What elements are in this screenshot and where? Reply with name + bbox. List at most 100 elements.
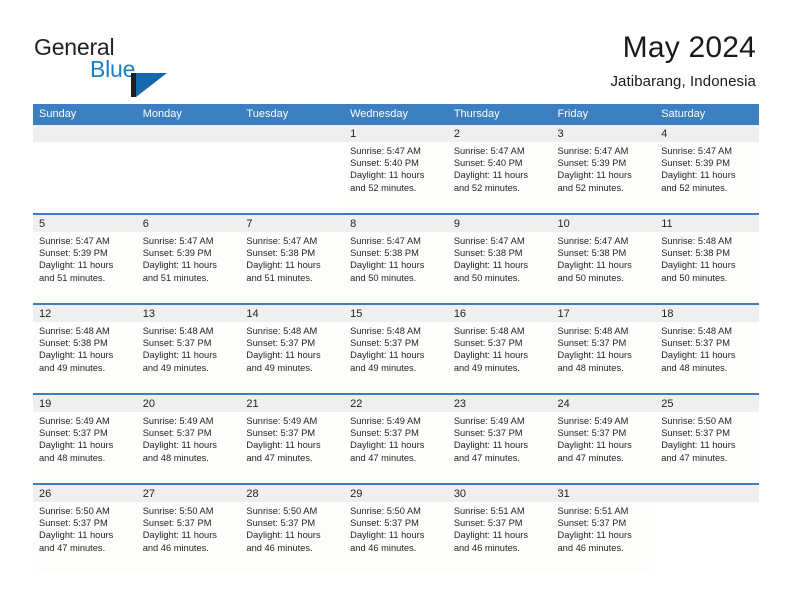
day-cell[interactable]: 21 Sunrise: 5:49 AM Sunset: 5:37 PM Dayl… (240, 395, 345, 483)
sunrise-text: Sunrise: 5:50 AM (142, 506, 214, 516)
day-cell[interactable]: 27 Sunrise: 5:50 AM Sunset: 5:37 PM Dayl… (136, 485, 241, 573)
day-details (655, 502, 759, 573)
daylight-text-line2: and 51 minutes. (246, 272, 313, 283)
brand-logo[interactable]: General Blue (34, 34, 234, 97)
sunrise-text: Sunrise: 5:50 AM (661, 416, 733, 426)
day-cell[interactable]: 13 Sunrise: 5:48 AM Sunset: 5:37 PM Dayl… (136, 305, 241, 393)
day-cell[interactable]: 31 Sunrise: 5:51 AM Sunset: 5:37 PM Dayl… (551, 485, 656, 573)
day-cell[interactable]: 18 Sunrise: 5:48 AM Sunset: 5:37 PM Dayl… (655, 305, 759, 393)
day-details: Sunrise: 5:50 AM Sunset: 5:37 PM Dayligh… (136, 502, 241, 573)
day-number: 7 (240, 215, 345, 232)
daylight-text-line2: and 50 minutes. (661, 272, 728, 283)
sunrise-text: Sunrise: 5:51 AM (453, 506, 525, 516)
day-cell[interactable]: 25 Sunrise: 5:50 AM Sunset: 5:37 PM Dayl… (655, 395, 759, 483)
sunset-text: Sunset: 5:37 PM (142, 338, 212, 349)
day-cell[interactable]: 10 Sunrise: 5:47 AM Sunset: 5:38 PM Dayl… (551, 215, 656, 303)
daylight-text-line1: Daylight: 11 hours (142, 350, 217, 361)
weekday-header-thursday: Thursday (453, 108, 500, 120)
sunrise-text: Sunrise: 5:47 AM (350, 146, 421, 156)
logo-triangle-shape (136, 73, 167, 97)
day-cell[interactable] (240, 125, 345, 213)
day-details: Sunrise: 5:49 AM Sunset: 5:37 PM Dayligh… (240, 412, 345, 483)
day-cell[interactable] (33, 125, 137, 213)
sunrise-text: Sunrise: 5:47 AM (246, 236, 318, 246)
daylight-text-line2: and 49 minutes. (350, 362, 417, 373)
day-cell[interactable]: 19 Sunrise: 5:49 AM Sunset: 5:37 PM Dayl… (33, 395, 137, 483)
day-cell[interactable]: 15 Sunrise: 5:48 AM Sunset: 5:37 PM Dayl… (344, 305, 448, 393)
day-cell[interactable]: 2 Sunrise: 5:47 AM Sunset: 5:40 PM Dayli… (447, 125, 552, 213)
day-number: 21 (240, 395, 345, 412)
day-cell[interactable]: 22 Sunrise: 5:49 AM Sunset: 5:37 PM Dayl… (344, 395, 448, 483)
day-cell[interactable]: 20 Sunrise: 5:49 AM Sunset: 5:37 PM Dayl… (136, 395, 241, 483)
day-cell[interactable]: 11 Sunrise: 5:48 AM Sunset: 5:38 PM Dayl… (655, 215, 759, 303)
day-number: 31 (551, 485, 656, 502)
daylight-text-line2: and 48 minutes. (661, 362, 728, 373)
day-number (136, 125, 241, 142)
day-details: Sunrise: 5:48 AM Sunset: 5:37 PM Dayligh… (655, 322, 759, 393)
day-cell[interactable] (655, 485, 759, 573)
day-cell[interactable]: 14 Sunrise: 5:48 AM Sunset: 5:37 PM Dayl… (240, 305, 345, 393)
sunrise-text: Sunrise: 5:48 AM (350, 326, 421, 336)
day-cell[interactable]: 1 Sunrise: 5:47 AM Sunset: 5:40 PM Dayli… (344, 125, 448, 213)
daylight-text-line1: Daylight: 11 hours (557, 440, 632, 451)
day-number: 4 (655, 125, 759, 142)
day-number: 3 (551, 125, 656, 142)
week-row: 19 Sunrise: 5:49 AM Sunset: 5:37 PM Dayl… (33, 395, 759, 485)
daylight-text-line2: and 46 minutes. (246, 542, 313, 553)
day-details: Sunrise: 5:50 AM Sunset: 5:37 PM Dayligh… (344, 502, 448, 573)
daylight-text-line2: and 47 minutes. (557, 452, 624, 463)
sunset-text: Sunset: 5:39 PM (557, 158, 627, 169)
daylight-text-line2: and 47 minutes. (350, 452, 417, 463)
sunset-text: Sunset: 5:40 PM (453, 158, 523, 169)
day-details: Sunrise: 5:47 AM Sunset: 5:40 PM Dayligh… (344, 142, 448, 213)
day-number: 2 (447, 125, 552, 142)
day-cell[interactable]: 28 Sunrise: 5:50 AM Sunset: 5:37 PM Dayl… (240, 485, 345, 573)
daylight-text-line1: Daylight: 11 hours (142, 260, 217, 271)
daylight-text-line1: Daylight: 11 hours (246, 440, 321, 451)
day-cell[interactable]: 29 Sunrise: 5:50 AM Sunset: 5:37 PM Dayl… (344, 485, 448, 573)
day-cell[interactable]: 3 Sunrise: 5:47 AM Sunset: 5:39 PM Dayli… (551, 125, 656, 213)
day-cell[interactable]: 17 Sunrise: 5:48 AM Sunset: 5:37 PM Dayl… (551, 305, 656, 393)
day-cell[interactable]: 4 Sunrise: 5:47 AM Sunset: 5:39 PM Dayli… (655, 125, 759, 213)
daylight-text-line2: and 51 minutes. (39, 272, 106, 283)
brand-name-blue: Blue (90, 56, 136, 82)
day-cell[interactable]: 5 Sunrise: 5:47 AM Sunset: 5:39 PM Dayli… (33, 215, 137, 303)
weekday-header-saturday: Saturday (661, 108, 706, 120)
daylight-text-line1: Daylight: 11 hours (557, 170, 632, 181)
sunset-text: Sunset: 5:37 PM (246, 518, 316, 529)
daylight-text-line2: and 49 minutes. (39, 362, 106, 373)
day-cell[interactable]: 7 Sunrise: 5:47 AM Sunset: 5:38 PM Dayli… (240, 215, 345, 303)
day-cell[interactable]: 30 Sunrise: 5:51 AM Sunset: 5:37 PM Dayl… (447, 485, 552, 573)
day-number (240, 125, 345, 142)
sunset-text: Sunset: 5:37 PM (557, 518, 627, 529)
sunrise-text: Sunrise: 5:48 AM (39, 326, 110, 336)
sunset-text: Sunset: 5:37 PM (142, 428, 212, 439)
day-number: 16 (447, 305, 552, 322)
daylight-text-line1: Daylight: 11 hours (246, 350, 321, 361)
day-cell[interactable]: 24 Sunrise: 5:49 AM Sunset: 5:37 PM Dayl… (551, 395, 656, 483)
sunset-text: Sunset: 5:38 PM (39, 338, 108, 349)
day-details: Sunrise: 5:48 AM Sunset: 5:37 PM Dayligh… (136, 322, 241, 393)
day-details: Sunrise: 5:47 AM Sunset: 5:39 PM Dayligh… (33, 232, 137, 303)
day-cell[interactable]: 6 Sunrise: 5:47 AM Sunset: 5:39 PM Dayli… (136, 215, 241, 303)
page-header: General Blue May 2024 Jatibarang, Indone… (0, 0, 792, 100)
daylight-text-line2: and 52 minutes. (350, 182, 417, 193)
daylight-text-line2: and 52 minutes. (453, 182, 520, 193)
daylight-text-line2: and 48 minutes. (557, 362, 624, 373)
day-cell[interactable]: 26 Sunrise: 5:50 AM Sunset: 5:37 PM Dayl… (33, 485, 137, 573)
day-cell[interactable]: 8 Sunrise: 5:47 AM Sunset: 5:38 PM Dayli… (344, 215, 448, 303)
page-subtitle: Jatibarang, Indonesia (610, 73, 756, 90)
day-details: Sunrise: 5:48 AM Sunset: 5:38 PM Dayligh… (33, 322, 137, 393)
day-cell[interactable] (136, 125, 241, 213)
daylight-text-line2: and 46 minutes. (350, 542, 417, 553)
day-cell[interactable]: 9 Sunrise: 5:47 AM Sunset: 5:38 PM Dayli… (447, 215, 552, 303)
day-cell[interactable]: 23 Sunrise: 5:49 AM Sunset: 5:37 PM Dayl… (447, 395, 552, 483)
sunset-text: Sunset: 5:37 PM (246, 338, 316, 349)
day-number: 23 (447, 395, 552, 412)
day-details: Sunrise: 5:47 AM Sunset: 5:40 PM Dayligh… (447, 142, 552, 213)
day-cell[interactable]: 16 Sunrise: 5:48 AM Sunset: 5:37 PM Dayl… (447, 305, 552, 393)
sunrise-text: Sunrise: 5:47 AM (661, 146, 733, 156)
sunrise-text: Sunrise: 5:47 AM (453, 236, 525, 246)
day-cell[interactable]: 12 Sunrise: 5:48 AM Sunset: 5:38 PM Dayl… (33, 305, 137, 393)
day-details: Sunrise: 5:47 AM Sunset: 5:38 PM Dayligh… (240, 232, 345, 303)
